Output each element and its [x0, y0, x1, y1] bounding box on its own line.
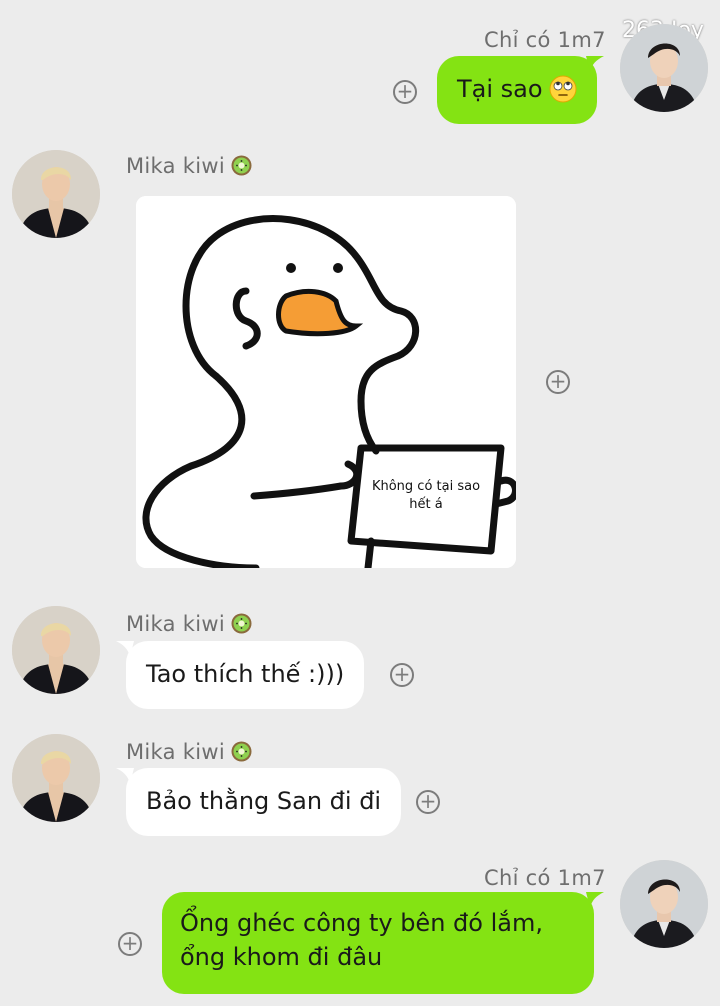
sender-name: Chỉ có 1m7: [484, 866, 606, 890]
message-bubble[interactable]: Bảo thằng San đi đi: [126, 768, 402, 836]
sender-name: Mika kiwi: [126, 154, 252, 178]
face-with-rolling-eyes-icon: [549, 75, 577, 103]
add-reaction-button[interactable]: +: [416, 790, 440, 814]
message-text: Ổng ghéc công ty bên đó lắm,: [180, 909, 543, 937]
duck-sticker: Không có tại sao hết á: [136, 196, 516, 568]
sender-name: Chỉ có 1m7: [484, 28, 606, 52]
kiwi-icon: [231, 155, 252, 176]
sticker-note-text: Không có tại sao: [372, 479, 480, 494]
message-text: ổng khom đi đâu: [180, 943, 383, 971]
message-bubble[interactable]: Tao thích thế :))): [126, 641, 365, 709]
message-text: Tại sao: [457, 75, 543, 103]
message-bubble[interactable]: Ổng ghéc công ty bên đó lắm, ổng khom đi…: [162, 892, 594, 994]
avatar[interactable]: [12, 150, 100, 238]
kiwi-icon: [231, 613, 252, 634]
add-reaction-button[interactable]: +: [390, 663, 414, 687]
message-bubble[interactable]: Tại sao: [437, 56, 597, 124]
message-text: Bảo thằng San đi đi: [146, 787, 382, 815]
avatar[interactable]: [620, 860, 708, 948]
bubble-tail: [586, 56, 604, 72]
kiwi-icon: [231, 741, 252, 762]
sender-name: Mika kiwi: [126, 612, 252, 636]
add-reaction-button[interactable]: +: [118, 932, 142, 956]
add-reaction-button[interactable]: +: [393, 80, 417, 104]
avatar[interactable]: [12, 734, 100, 822]
message-text: Tao thích thế :))): [146, 660, 345, 688]
sticker-note-text: hết á: [409, 497, 442, 512]
avatar[interactable]: [12, 606, 100, 694]
sticker-image[interactable]: Không có tại sao hết á: [136, 196, 516, 568]
bubble-tail: [586, 892, 604, 908]
add-reaction-button[interactable]: +: [546, 370, 570, 394]
avatar[interactable]: [620, 24, 708, 112]
sender-name: Mika kiwi: [126, 740, 252, 764]
